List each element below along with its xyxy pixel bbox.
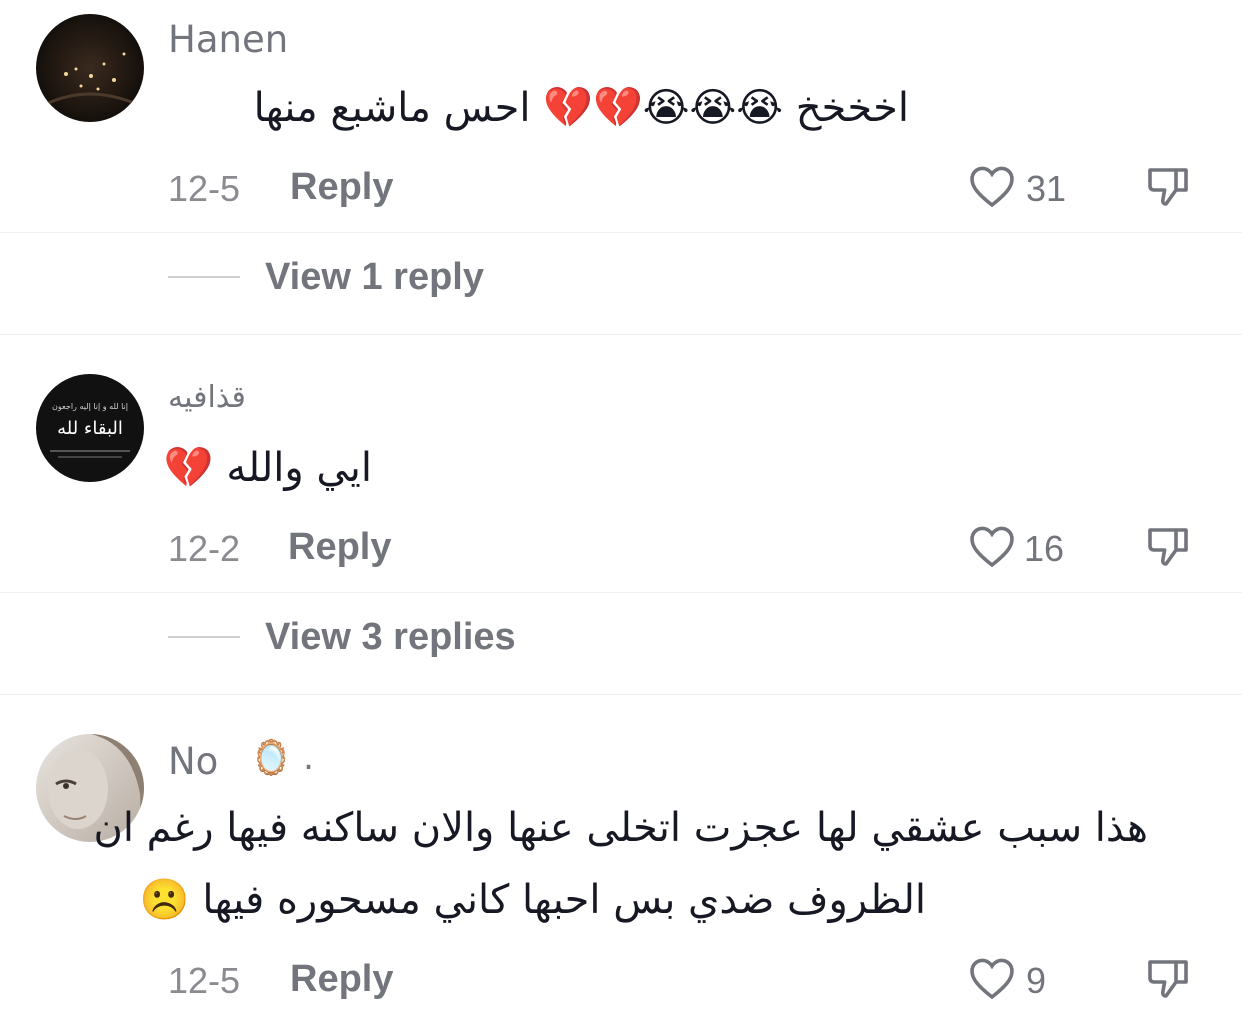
comment-date: 12-2	[168, 528, 241, 569]
avatar[interactable]: إنا لله و إنا إليه راجعون البقاء لله	[36, 374, 144, 482]
comment-username[interactable]: قذافيه	[168, 380, 246, 415]
divider	[0, 232, 1242, 233]
reply-button[interactable]: Reply	[290, 166, 393, 209]
avatar-lines	[50, 450, 130, 452]
thumbs-down-icon[interactable]	[1144, 954, 1192, 1002]
comment-username[interactable]: Hanen	[168, 18, 288, 61]
avatar-text: البقاء لله	[57, 418, 123, 439]
comment-text: ايي والله 💔	[163, 445, 372, 491]
reply-button[interactable]: Reply	[290, 958, 393, 1001]
like-count: 9	[1026, 960, 1047, 1001]
view-replies-line	[168, 636, 240, 638]
avatar[interactable]	[36, 14, 144, 122]
like-count: 16	[1024, 528, 1065, 569]
username-suffix: 🪞 .	[250, 738, 314, 778]
thumbs-down-icon[interactable]	[1144, 162, 1192, 210]
reply-button[interactable]: Reply	[288, 526, 391, 569]
heart-outline-icon[interactable]	[968, 164, 1016, 208]
divider	[0, 592, 1242, 593]
avatar-lines	[58, 456, 122, 458]
thumbs-down-icon[interactable]	[1144, 522, 1192, 570]
comment-date: 12-5	[168, 960, 241, 1001]
comment-text: اخخخخ 😭😭😭💔💔 احس ماشبع منها	[253, 85, 909, 131]
comment-text-line-2: الظروف ضدي بس احبها كاني مسحوره فيها ☹️	[139, 877, 926, 923]
view-replies-line	[168, 276, 240, 278]
divider	[0, 334, 1242, 335]
divider	[0, 694, 1242, 695]
comment-username[interactable]: No	[168, 740, 218, 783]
comment-text-line-1: هذا سبب عشقي لها عجزت اتخلى عنها والان س…	[93, 805, 1148, 851]
view-replies-button[interactable]: View 3 replies	[265, 616, 516, 659]
like-count: 31	[1026, 168, 1067, 209]
heart-outline-icon[interactable]	[968, 956, 1016, 1000]
comment-date: 12-5	[168, 168, 241, 209]
view-replies-button[interactable]: View 1 reply	[265, 256, 484, 299]
heart-outline-icon[interactable]	[968, 524, 1016, 568]
avatar-small-text: إنا لله و إنا إليه راجعون	[52, 402, 128, 411]
